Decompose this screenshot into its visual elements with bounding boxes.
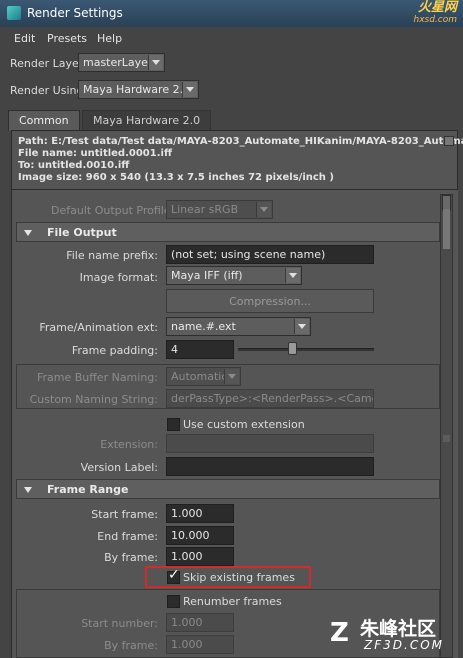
menu-help[interactable]: Help [97,32,122,45]
brand-watermark: 火星网 hxsd.com [413,1,457,27]
by-frame-2-input: 1.000 [166,635,234,654]
chevron-down-icon [148,55,163,70]
file-output-header[interactable]: File Output [16,222,440,242]
frame-ext-value: name.#.ext [171,320,236,333]
file-name-prefix-input[interactable]: (not set; using scene name) [166,245,374,264]
frame-padding-slider-handle[interactable] [288,342,298,355]
tab-maya-hardware[interactable]: Maya Hardware 2.0 [82,110,212,131]
render-using-dropdown[interactable]: Maya Hardware 2.0 [78,80,199,99]
info-image-size: Image size: 960 x 540 (13.3 x 7.5 inches… [18,172,334,183]
scroll-thumb[interactable] [443,209,450,249]
tab-common[interactable]: Common [8,110,80,131]
file-name-prefix-label: File name prefix: [66,249,158,262]
window-titlebar: Render Settings 火星网 hxsd.com [0,0,463,27]
frame-padding-label: Frame padding: [71,344,158,357]
default-output-profile-value: Linear sRGB [171,203,239,216]
extension-label: Extension: [100,438,158,451]
custom-naming-label: Custom Naming String: [29,393,158,406]
tab-bar: Common Maya Hardware 2.0 [8,110,458,131]
chevron-down-icon [285,268,300,283]
watermark-text: 朱峰社区 [360,618,437,640]
skip-existing-frames-checkbox[interactable]: ✓ [167,567,180,584]
frame-ext-label: Frame/Animation ext: [39,321,158,334]
end-frame-label: End frame: [97,530,158,543]
start-number-label: Start number: [81,617,158,630]
skip-existing-frames-label: Skip existing frames [183,571,295,584]
watermark-sub: ZF3D.COM [364,638,444,652]
use-custom-extension-label: Use custom extension [183,418,305,431]
image-format-value: Maya IFF (iff) [171,269,243,282]
info-file-name: File name: untitled.0001.iff [18,148,173,159]
chevron-down-icon [182,82,197,97]
version-label-label: Version Label: [80,461,158,474]
collapse-icon[interactable] [444,136,454,146]
default-output-profile-dropdown: Linear sRGB [166,200,273,219]
frame-padding-input[interactable]: 4 [166,340,234,359]
watermark-logo-icon: Z [330,618,349,648]
frame-padding-slider-track[interactable] [238,348,374,351]
window-title: Render Settings [27,6,123,20]
extension-input [166,434,374,453]
vertical-scrollbar[interactable] [440,194,453,658]
frame-range-title: Frame Range [47,483,129,496]
scroll-marker [443,435,450,442]
menu-edit[interactable]: Edit [14,32,35,45]
maya-app-icon [7,6,21,20]
frame-buffer-naming-label: Frame Buffer Naming: [36,371,158,384]
frame-range-header[interactable]: Frame Range [16,479,440,499]
start-frame-label: Start frame: [91,508,158,521]
menu-bar: Edit Presets Help [0,27,463,49]
render-using-label: Render Using [10,84,84,97]
output-info-panel: Path: E:/Test data/Test data/MAYA-8203_A… [11,130,463,190]
custom-naming-input: derPassType>:<RenderPass>.<Camera> [166,389,374,408]
render-layer-value: masterLayer [83,56,153,69]
start-number-input: 1.000 [166,613,234,632]
compression-button[interactable]: Compression... [166,289,374,313]
start-frame-input[interactable]: 1.000 [166,504,234,523]
image-format-dropdown[interactable]: Maya IFF (iff) [166,266,302,285]
checkmark-icon: ✓ [168,567,180,583]
collapse-triangle-icon [24,487,32,493]
brand-line2: hxsd.com [413,15,457,25]
brand-line1: 火星网 [417,0,457,15]
render-using-value: Maya Hardware 2.0 [83,83,191,96]
chevron-down-icon [224,369,239,384]
renumber-frames-label: Renumber frames [183,595,282,608]
version-label-input[interactable] [166,457,374,476]
collapse-triangle-icon [24,230,32,236]
render-layer-label: Render Layer [10,57,84,70]
info-to: To: untitled.0010.iff [18,160,130,171]
info-path: Path: E:/Test data/Test data/MAYA-8203_A… [18,136,463,147]
by-frame-2-label: By frame: [104,639,158,652]
file-output-title: File Output [47,226,117,239]
default-output-profile-label: Default Output Profile [51,204,171,217]
frame-buffer-naming-dropdown: Automatic [166,367,241,386]
by-frame-label: By frame: [104,551,158,564]
chevron-down-icon [294,319,309,334]
use-custom-extension-checkbox[interactable] [167,418,180,431]
frame-ext-dropdown[interactable]: name.#.ext [166,317,311,336]
render-layer-dropdown[interactable]: masterLayer [78,53,165,72]
chevron-down-icon [256,202,271,217]
image-format-label: Image format: [79,271,158,284]
frame-buffer-naming-value: Automatic [171,370,228,383]
menu-presets[interactable]: Presets [47,32,87,45]
renumber-frames-checkbox[interactable] [167,595,180,608]
end-frame-input[interactable]: 10.000 [166,526,234,545]
by-frame-input[interactable]: 1.000 [166,547,234,566]
site-watermark: Z 朱峰社区 ZF3D.COM [330,614,460,654]
